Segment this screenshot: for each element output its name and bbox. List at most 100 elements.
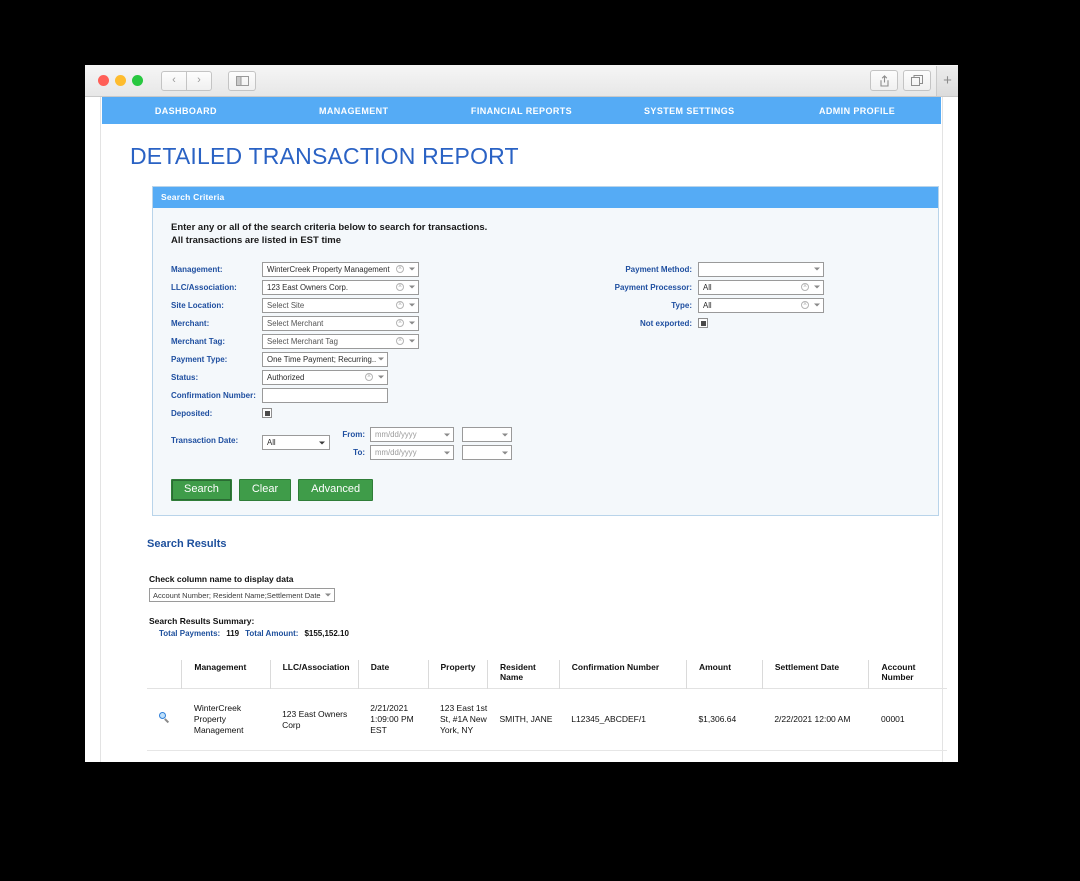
time-from-select[interactable] xyxy=(462,427,512,442)
row-management[interactable]: WinterCreek Property Management xyxy=(182,689,270,751)
new-tab-button[interactable]: + xyxy=(936,65,958,96)
col-confirmation-number[interactable]: Confirmation Number xyxy=(558,660,687,689)
clear-button[interactable]: Clear xyxy=(238,479,292,501)
instructions-line-2: All transactions are listed in EST time xyxy=(171,234,341,246)
chevron-down-icon xyxy=(378,375,384,379)
time-to-select[interactable] xyxy=(462,445,512,460)
nav-item-financial-reports[interactable]: FINANCIAL REPORTS xyxy=(438,106,606,116)
page-title: DETAILED TRANSACTION REPORT xyxy=(130,143,519,169)
clear-icon[interactable]: × xyxy=(396,319,404,327)
col-amount[interactable]: Amount xyxy=(685,660,763,689)
management-value: WinterCreek Property Management xyxy=(267,264,390,274)
app-canvas: DASHBOARD MANAGEMENT FINANCIAL REPORTS S… xyxy=(102,97,947,762)
magnifier-icon[interactable] xyxy=(159,712,171,724)
col-management[interactable]: Management xyxy=(181,660,271,689)
clear-icon[interactable]: × xyxy=(396,283,404,291)
minimize-window-button[interactable] xyxy=(115,75,126,86)
field-not-exported: Not exported: xyxy=(613,315,824,331)
payment-type-select[interactable]: One Time Payment; Recurring.. xyxy=(262,351,388,367)
merchant-tag-select[interactable]: Select Merchant Tag × xyxy=(262,333,419,349)
col-resident-name[interactable]: Resident Name xyxy=(486,660,560,689)
payment-type-value: One Time Payment; Recurring.. xyxy=(267,354,377,364)
date-from-input[interactable]: mm/dd/yyyy xyxy=(370,427,454,442)
label-payment-processor: Payment Processor: xyxy=(614,282,692,292)
results-table-head: Management LLC/Association Date Property… xyxy=(147,660,947,689)
label-management: Management: xyxy=(171,264,223,274)
search-results-title: Search Results xyxy=(147,538,227,550)
nav-item-management[interactable]: MANAGEMENT xyxy=(270,106,438,116)
date-range-inputs: From: mm/dd/yyyy To: mm/dd/yyyy xyxy=(340,427,512,463)
clear-icon[interactable]: × xyxy=(396,337,404,345)
field-confirmation-number: Confirmation Number: xyxy=(163,387,928,403)
label-confirmation-number: Confirmation Number: xyxy=(171,390,256,400)
search-button[interactable]: Search xyxy=(171,479,232,501)
row-amount: $1,306.64 xyxy=(698,714,737,724)
col-llc-association[interactable]: LLC/Association xyxy=(269,660,359,689)
confirmation-number-input[interactable] xyxy=(262,387,388,403)
field-transaction-date: Transaction Date: All From: mm/dd/yyyy T… xyxy=(163,427,928,463)
site-location-value: Select Site xyxy=(267,300,305,310)
date-to-input[interactable]: mm/dd/yyyy xyxy=(370,445,454,460)
management-select[interactable]: WinterCreek Property Management × xyxy=(262,261,419,277)
search-instructions: Enter any or all of the search criteria … xyxy=(171,222,928,247)
chevron-down-icon xyxy=(444,433,450,436)
back-icon[interactable]: ‹ xyxy=(161,70,187,91)
table-header-row: Management LLC/Association Date Property… xyxy=(147,660,947,689)
transaction-date-range-select[interactable]: All xyxy=(262,435,330,450)
chevron-down-icon xyxy=(319,441,325,444)
label-from: From: xyxy=(342,430,365,439)
merchant-tag-value: Select Merchant Tag xyxy=(267,336,338,346)
column-picker-select[interactable]: Account Number; Resident Name;Settlement… xyxy=(149,588,335,602)
field-deposited: Deposited: xyxy=(163,405,928,421)
status-select[interactable]: Authorized × xyxy=(262,369,388,385)
row-confirmation-number: L12345_ABCDEF/1 xyxy=(571,714,646,724)
row-date: 2/21/2021 1:09:00 PM EST xyxy=(370,703,414,735)
browser-window: ‹ › + DASHBOARD MANAGEMENT FINANCIAL REP… xyxy=(85,65,958,762)
forward-icon[interactable]: › xyxy=(186,70,212,91)
label-transaction-date: Transaction Date: xyxy=(171,436,239,445)
col-date[interactable]: Date xyxy=(357,660,428,689)
deposited-checkbox[interactable] xyxy=(262,408,272,418)
share-icon[interactable] xyxy=(870,70,898,91)
checkbox-mark xyxy=(700,320,706,326)
share-glyph xyxy=(879,74,889,87)
maximize-window-button[interactable] xyxy=(132,75,143,86)
col-settlement-date[interactable]: Settlement Date xyxy=(761,660,869,689)
llc-association-value: 123 East Owners Corp. xyxy=(267,282,349,292)
results-table-body: WinterCreek Property Management 123 East… xyxy=(147,689,947,751)
payment-method-select[interactable] xyxy=(698,261,824,277)
not-exported-checkbox[interactable] xyxy=(698,318,708,328)
col-account-number[interactable]: Account Number xyxy=(868,660,947,689)
row-account-number: 00001 xyxy=(880,714,905,724)
merchant-value: Select Merchant xyxy=(267,318,324,328)
navigation-buttons: ‹ › xyxy=(161,70,256,91)
clear-icon[interactable]: × xyxy=(801,283,809,291)
date-to-placeholder: mm/dd/yyyy xyxy=(375,448,417,457)
llc-association-select[interactable]: 123 East Owners Corp. × xyxy=(262,279,419,295)
nav-item-admin-profile[interactable]: ADMIN PROFILE xyxy=(773,106,941,116)
row-view-cell[interactable] xyxy=(147,689,182,751)
clear-icon[interactable]: × xyxy=(396,301,404,309)
search-criteria-body: Enter any or all of the search criteria … xyxy=(153,208,938,515)
row-resident-name[interactable]: SMITH, JANE xyxy=(487,689,559,751)
type-select[interactable]: All × xyxy=(698,297,824,313)
nav-item-system-settings[interactable]: SYSTEM SETTINGS xyxy=(605,106,773,116)
sidebar-glyph xyxy=(235,75,249,86)
clear-icon[interactable]: × xyxy=(365,373,373,381)
col-property[interactable]: Property xyxy=(427,660,488,689)
advanced-button[interactable]: Advanced xyxy=(298,479,374,501)
payment-processor-select[interactable]: All × xyxy=(698,279,824,295)
clear-icon[interactable]: × xyxy=(801,301,809,309)
site-location-select[interactable]: Select Site × xyxy=(262,297,419,313)
instructions-line-1: Enter any or all of the search criteria … xyxy=(171,222,488,233)
sidebar-toggle-icon[interactable] xyxy=(228,70,256,91)
row-settlement-date: 2/22/2021 12:00 AM xyxy=(774,714,851,724)
clear-icon[interactable]: × xyxy=(396,265,404,273)
merchant-select[interactable]: Select Merchant × xyxy=(262,315,419,331)
col-view xyxy=(147,660,182,689)
chevron-down-icon xyxy=(502,433,508,436)
show-tabs-icon[interactable] xyxy=(903,70,931,91)
nav-item-dashboard[interactable]: DASHBOARD xyxy=(102,106,270,116)
table-row[interactable]: WinterCreek Property Management 123 East… xyxy=(147,689,947,751)
close-window-button[interactable] xyxy=(98,75,109,86)
